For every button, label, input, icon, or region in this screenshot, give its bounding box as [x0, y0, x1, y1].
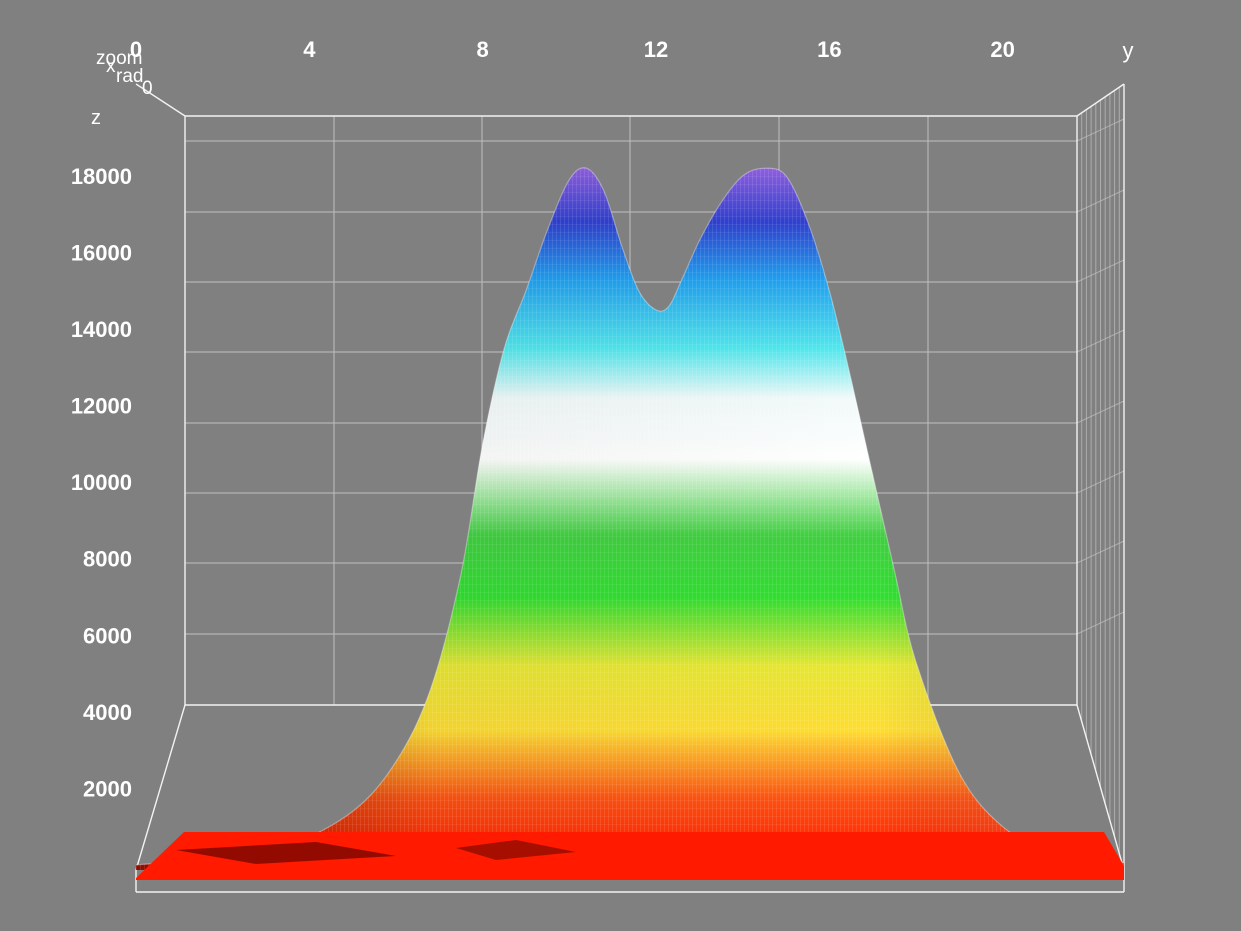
z-tick-label: 16000 [71, 240, 132, 265]
z-tick-label: 4000 [83, 700, 132, 725]
x-corner-label-3: rad [116, 66, 143, 87]
y-tick-label: 12 [644, 37, 668, 62]
z-tick-labels: 2000 4000 6000 8000 10000 12000 14000 16000 1800… [71, 164, 132, 802]
y-tick-label: 8 [477, 37, 489, 62]
z-tick-label: 2000 [83, 776, 132, 801]
x-axis-corner-labels: zoom x rad 0 [96, 48, 153, 99]
z-axis-label: z [91, 107, 101, 129]
y-tick-label: 20 [990, 37, 1014, 62]
y-axis-label: y [1123, 38, 1134, 63]
z-tick-label: 12000 [71, 394, 132, 419]
z-tick-label: 14000 [71, 317, 132, 342]
surface-plot: 0 4 8 12 16 20 2000 4000 6000 8000 10000 12000 1400… [71, 37, 1134, 893]
z-tick-label: 8000 [83, 547, 132, 572]
z-tick-label: 18000 [71, 164, 132, 189]
x-corner-label-4: 0 [142, 78, 153, 99]
x-corner-label-2: x [106, 56, 116, 77]
y-tick-label: 16 [817, 37, 841, 62]
surface-base [136, 832, 1124, 880]
y-tick-labels: 0 4 8 12 16 20 [130, 37, 1015, 62]
z-tick-label: 6000 [83, 623, 132, 648]
z-tick-label: 10000 [71, 470, 132, 495]
y-tick-label: 4 [303, 37, 316, 62]
